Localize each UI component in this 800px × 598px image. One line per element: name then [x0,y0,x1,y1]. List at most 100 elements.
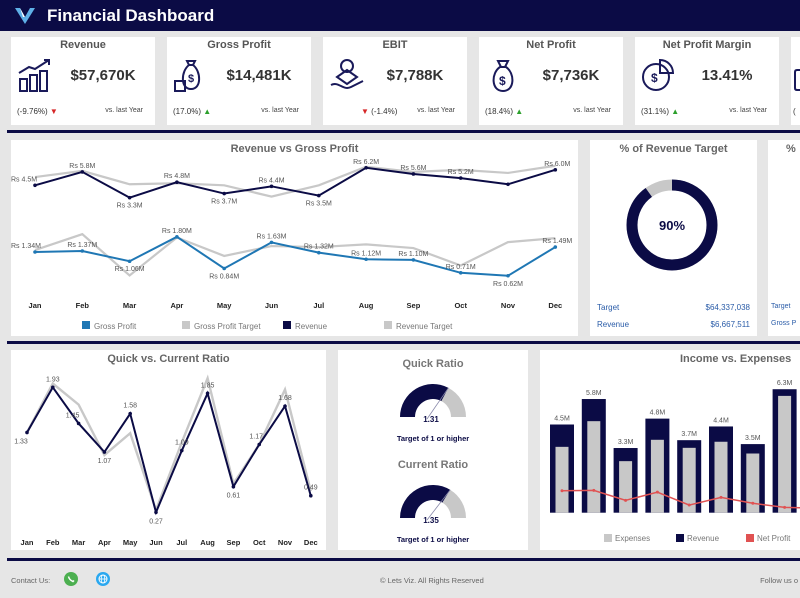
gross-profit-label: Gross P [771,320,797,327]
header-bar: Financial Dashboard [0,0,800,31]
partial-target-panel: % Target Gross P [768,140,800,336]
target-label: Target [597,303,620,312]
data-point [33,183,37,188]
section-divider [7,558,800,561]
legend-label: Expenses [615,534,650,543]
x-tick-label: Jun [265,301,279,310]
kpi-value: $14,481K [226,67,292,84]
section-divider [7,341,800,344]
data-point [411,172,416,176]
x-tick-label: Jun [149,538,163,547]
x-tick-label: Jul [176,538,187,547]
kpi-change-row: (-9.76%) ▼ [17,107,58,116]
kpi-compare: vs. last Year [573,107,611,114]
data-point [553,168,558,172]
x-tick-label: Sep [227,538,241,547]
data-point [127,259,132,264]
x-tick-label: Jul [313,301,324,310]
data-point [411,258,416,262]
data-point [127,195,132,200]
revenue-label: Revenue [597,320,630,329]
expenses-bar [555,446,569,513]
data-point [506,182,510,187]
x-tick-label: Dec [304,538,318,547]
x-tick-label: Oct [253,538,266,547]
data-point [180,448,184,453]
data-point [231,484,236,489]
data-label: 1.45 [66,412,80,419]
data-point [80,170,85,174]
data-label: Rs 5.8M [69,163,95,170]
footer: Contact Us: © Lets Viz. All Rights Reser… [0,565,800,598]
ratio-line-0 [25,374,312,514]
data-point [102,450,107,454]
kpi-compare: vs. last Year [417,107,455,114]
data-point [205,391,210,396]
whatsapp-icon[interactable] [64,572,78,586]
x-tick-label: Jan [29,301,42,310]
data-label: 0.27 [149,518,163,525]
x-tick-label: Apr [170,301,183,310]
data-label: 1.17 [249,434,263,441]
net-profit-point [592,488,596,492]
data-label: 1.33 [14,438,28,445]
data-point [458,270,463,275]
x-tick-label: Nov [278,538,293,547]
series-line-revenue [34,166,556,199]
ratio-line-1 [26,385,312,516]
svg-text:$: $ [499,74,506,88]
data-label: Rs 1.06M [115,266,145,273]
data-label: Rs 1.37M [67,242,97,249]
legend-swatch [82,321,90,329]
page-title: Financial Dashboard [47,6,215,25]
panel-title: % [786,143,796,155]
kpi-value: $57,670K [70,67,136,84]
kpi-title: Net Profit [526,39,576,51]
ratio-gauges-panel: Quick Ratio 1.31 Target of 1 or higher Curr… [338,350,528,550]
kpi-change: (17.0%) [173,107,202,116]
data-point [317,250,321,255]
svg-text:$: $ [651,71,658,85]
data-point [553,245,558,249]
series-line-gross-profit-target [34,232,556,277]
data-label: Rs 1.10M [398,251,428,258]
bar-value-label: 4.8M [650,410,666,417]
gauge-target-note: Target of 1 or higher [397,535,469,544]
data-point [128,411,132,416]
growth-coins-icon [18,59,50,92]
legend-label: Gross Profit Target [194,322,261,331]
data-point [25,430,29,435]
kpi-compare: vs. last Year [729,107,767,114]
x-tick-label: May [123,538,138,547]
gauge-value-arc [400,485,451,518]
kpi-value: $7,788K [386,67,444,84]
bar-value-label: 3.7M [681,431,697,438]
globe-icon[interactable] [96,572,110,586]
trend-up-icon: ▲ [671,107,680,116]
donut-percent: 90% [659,218,685,233]
kpi-change: ( [793,107,796,116]
kpi-value: $7,736K [542,67,600,84]
data-point [154,510,158,515]
x-tick-label: Mar [72,538,85,547]
kpi-change: (18.4%) [485,107,514,116]
kpi-title: Gross Profit [207,39,271,51]
kpi-change: (-1.4%) [371,107,398,116]
data-point [175,180,179,185]
kpi-card-revenue: Revenue $57,670K (-9.76%) ▼ vs. last Year [11,37,155,125]
kpi-card-net-profit-margin: Net Profit Margin $13.41% (31.1%) ▲ vs. las… [635,37,779,125]
x-tick-label: Feb [46,538,60,547]
net-profit-point [719,495,723,499]
data-label: Rs 5.6M [400,165,426,172]
x-tick-label: Jan [21,538,34,547]
data-point [51,385,55,390]
data-point [364,257,368,262]
pie-dollar-icon: $ [642,58,675,91]
data-label: 1.68 [278,395,292,402]
data-label: Rs 3.7M [211,199,237,206]
data-point [269,240,274,245]
revenue-value: $6,667,511 [710,320,750,329]
legend-swatch [746,534,754,542]
data-label: Rs 1.32M [304,244,334,251]
data-label: Rs 1.49M [542,238,572,245]
